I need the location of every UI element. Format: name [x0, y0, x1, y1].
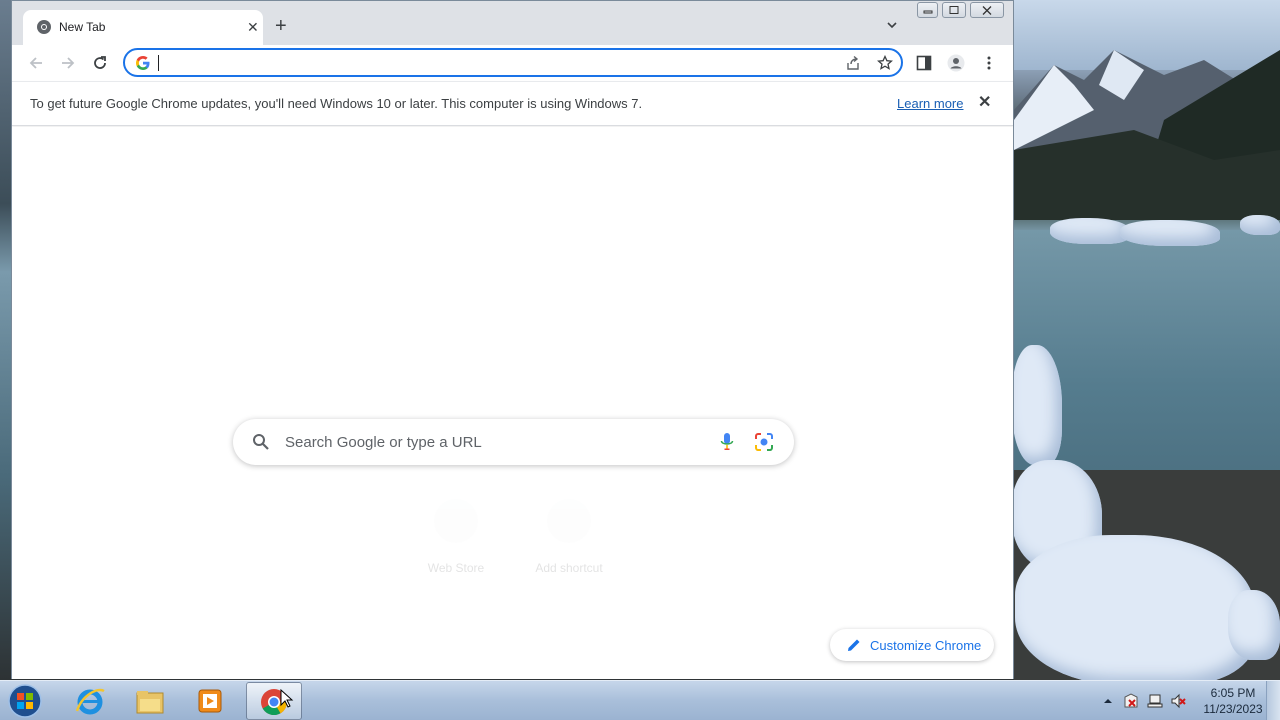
star-icon[interactable] [877, 55, 893, 71]
text-caret [158, 55, 159, 71]
chevron-down-icon[interactable] [886, 19, 898, 31]
share-icon[interactable] [845, 55, 861, 71]
wallpaper-ice [1240, 215, 1280, 235]
camera-icon[interactable] [754, 432, 774, 452]
infobar-message: To get future Google Chrome updates, you… [30, 96, 643, 111]
search-icon [253, 434, 269, 450]
browser-toolbar [12, 45, 1013, 81]
show-hidden-icon[interactable] [1100, 693, 1116, 709]
taskbar-media-player[interactable] [182, 682, 238, 720]
wallpaper-ice [1015, 535, 1255, 680]
mouse-cursor-icon [280, 689, 294, 708]
forward-arrow-icon[interactable] [58, 53, 78, 73]
wallpaper-mountains [1014, 50, 1280, 220]
pencil-icon [848, 639, 860, 651]
learn-more-link[interactable]: Learn more [897, 96, 963, 111]
update-infobar: To get future Google Chrome updates, you… [12, 81, 1013, 126]
window-close-button[interactable] [970, 2, 1004, 18]
media-player-icon [198, 689, 222, 713]
close-icon[interactable]: ✕ [978, 95, 991, 111]
back-arrow-icon[interactable] [26, 53, 46, 73]
search-box[interactable] [233, 419, 794, 465]
title-bar: New Tab ✕ + [12, 1, 1013, 45]
maximize-icon [949, 6, 959, 14]
close-icon [982, 6, 992, 15]
wallpaper-ice [1228, 590, 1280, 660]
show-desktop-button[interactable] [1266, 681, 1280, 720]
customize-chrome-button[interactable]: Customize Chrome [830, 629, 994, 661]
taskbar-internet-explorer[interactable] [62, 682, 118, 720]
tab-title: New Tab [59, 20, 106, 34]
customize-label: Customize Chrome [870, 638, 982, 653]
action-center-icon[interactable] [1123, 693, 1139, 709]
maximize-button[interactable] [942, 2, 966, 18]
shortcut-add[interactable]: Add shortcut [524, 499, 614, 579]
google-g-icon [136, 56, 150, 70]
shortcut-label: Web Store [427, 561, 485, 575]
ie-icon [75, 688, 105, 715]
start-button[interactable] [4, 683, 46, 719]
web-store-icon [434, 499, 478, 543]
new-tab-button[interactable]: + [275, 15, 287, 37]
tab-new-tab[interactable]: New Tab ✕ [23, 10, 263, 45]
wallpaper-ice [1120, 220, 1220, 246]
wallpaper-ice [1050, 218, 1130, 244]
minimize-button[interactable] [917, 2, 938, 18]
reload-icon[interactable] [90, 53, 110, 73]
kebab-menu-icon[interactable] [980, 54, 998, 72]
address-input[interactable] [157, 53, 797, 73]
chrome-icon [37, 20, 51, 34]
wallpaper-ice [1012, 345, 1062, 465]
folder-icon [136, 691, 164, 714]
shortcut-web-store[interactable]: Web Store [411, 499, 501, 579]
chrome-window: New Tab ✕ + To get future Google Chrome … [11, 0, 1014, 679]
profile-icon[interactable] [947, 54, 965, 72]
search-input[interactable] [285, 431, 685, 453]
close-icon[interactable]: ✕ [247, 19, 259, 35]
clock-date: 11/23/2023 [1203, 702, 1263, 716]
address-bar[interactable] [123, 48, 903, 77]
minimize-icon [923, 10, 932, 14]
taskbar: 6:05 PM 11/23/2023 [0, 680, 1280, 720]
system-clock[interactable]: 6:05 PM 11/23/2023 [1194, 685, 1272, 717]
side-panel-icon[interactable] [915, 54, 933, 72]
taskbar-file-explorer[interactable] [122, 682, 178, 720]
microphone-icon[interactable] [720, 432, 734, 452]
network-icon[interactable] [1147, 693, 1163, 709]
clock-time: 6:05 PM [1210, 686, 1256, 700]
volume-muted-icon[interactable] [1171, 693, 1187, 709]
plus-icon [547, 499, 591, 543]
shortcut-label: Add shortcut [535, 561, 603, 575]
new-tab-page: Web Store Add shortcut Customize Chrome [12, 127, 1013, 679]
